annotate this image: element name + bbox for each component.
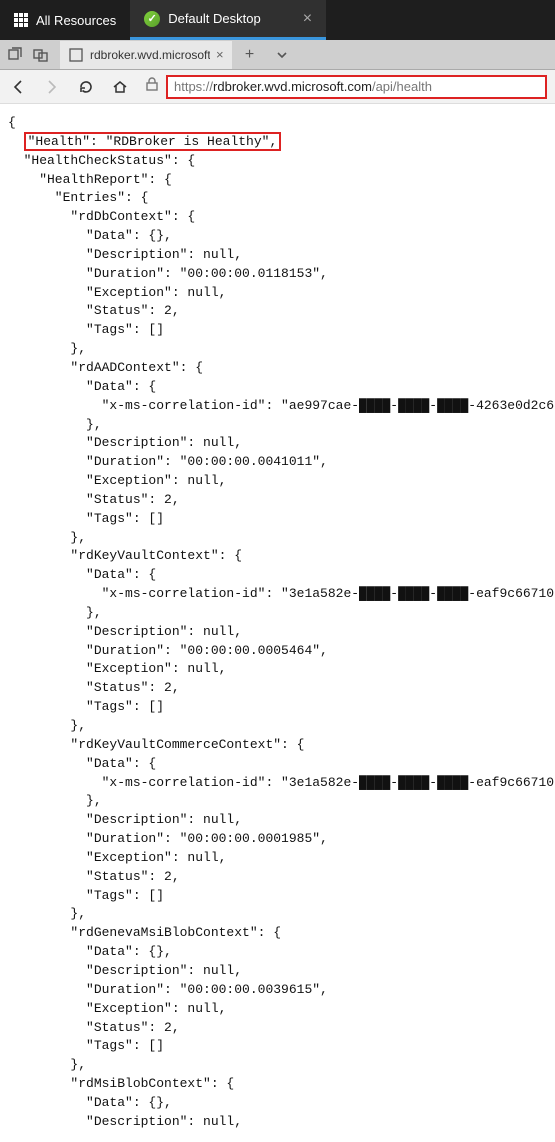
health-highlight: "Health": "RDBroker is Healthy",: [24, 132, 282, 151]
address-bar[interactable]: https://rdbroker.wvd.microsoft.com/api/h…: [166, 75, 547, 99]
lock-icon[interactable]: [144, 76, 160, 97]
browser-tabstrip: rdbroker.wvd.microsoft. × +: [0, 40, 555, 70]
browser-tab-title: rdbroker.wvd.microsoft.: [90, 48, 210, 62]
rd-tab-close-icon[interactable]: ×: [303, 10, 312, 28]
browser-navbar: https://rdbroker.wvd.microsoft.com/api/h…: [0, 70, 555, 104]
page-icon: [68, 47, 84, 63]
new-tab-button[interactable]: +: [236, 41, 264, 69]
json-rest: "HealthCheckStatus": { "HealthReport": {…: [8, 153, 555, 1129]
rd-tab-allres-label: All Resources: [36, 13, 116, 28]
rd-tab-all-resources[interactable]: All Resources: [0, 0, 130, 40]
rd-tab-default-label: Default Desktop: [168, 11, 261, 26]
rd-tab-default-desktop[interactable]: ✓ Default Desktop ×: [130, 0, 326, 40]
desktop-connected-icon: ✓: [144, 11, 160, 27]
tab-actions-chevron-icon[interactable]: [268, 41, 296, 69]
tab-close-icon[interactable]: ×: [216, 47, 224, 62]
tabs-preview-icon[interactable]: [30, 44, 52, 66]
json-open: {: [8, 115, 16, 130]
back-button[interactable]: [8, 77, 28, 97]
set-aside-tabs-icon[interactable]: [4, 44, 26, 66]
rd-client-titlebar: All Resources ✓ Default Desktop ×: [0, 0, 555, 40]
url-host: rdbroker.wvd.microsoft.com: [213, 79, 372, 94]
home-button[interactable]: [110, 77, 130, 97]
browser-tab[interactable]: rdbroker.wvd.microsoft. ×: [60, 41, 232, 69]
address-bar-wrap: https://rdbroker.wvd.microsoft.com/api/h…: [144, 75, 547, 99]
json-response-body: { "Health": "RDBroker is Healthy", "Heal…: [0, 104, 555, 1142]
forward-button[interactable]: [42, 77, 62, 97]
apps-grid-icon: [14, 13, 28, 27]
refresh-button[interactable]: [76, 77, 96, 97]
url-path: /api/health: [372, 79, 432, 94]
url-scheme: https://: [174, 79, 213, 94]
